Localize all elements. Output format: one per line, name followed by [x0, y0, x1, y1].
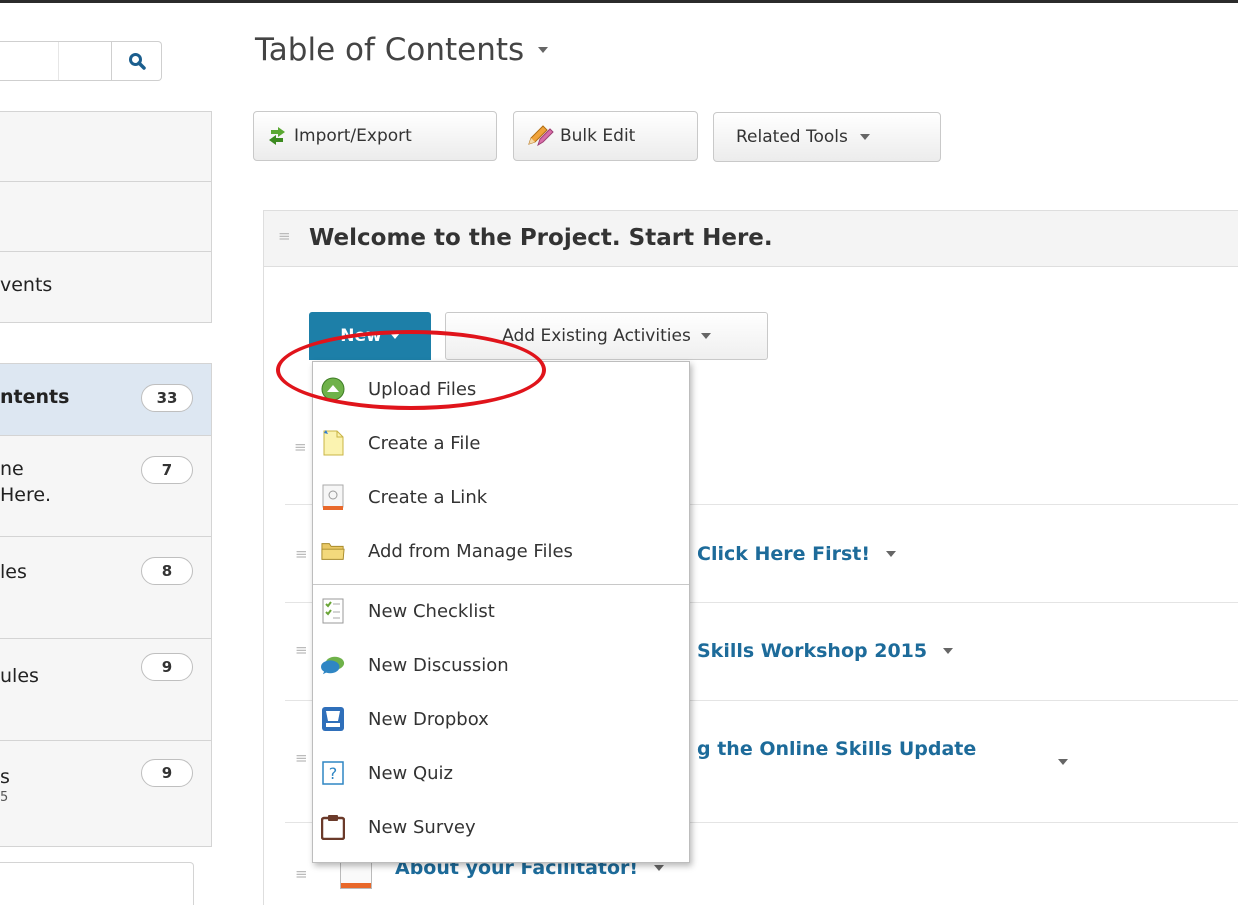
import-export-label: Import/Export — [294, 126, 412, 146]
sidebar-item-module-3[interactable]: les 8 — [0, 537, 211, 639]
menu-item-new-dropbox[interactable]: New Dropbox — [313, 692, 689, 746]
menu-item-label: Create a Link — [368, 486, 488, 508]
sidebar-item-label: s — [0, 766, 10, 788]
pencil-icon — [528, 125, 554, 147]
chevron-down-icon — [538, 47, 549, 53]
search-icon — [128, 53, 146, 70]
survey-icon — [321, 813, 345, 841]
chevron-down-icon — [859, 134, 870, 140]
sidebar-item-sublabel: 5 — [0, 790, 9, 805]
search-button[interactable] — [111, 42, 161, 80]
drag-handle-icon[interactable]: ≡ — [295, 749, 308, 767]
svg-text:?: ? — [329, 764, 338, 783]
menu-item-new-discussion[interactable]: New Discussion — [313, 638, 689, 692]
menu-item-label: New Quiz — [368, 762, 454, 784]
sidebar-item-module-5[interactable]: s 5 9 — [0, 741, 211, 847]
link-icon — [321, 483, 345, 511]
topic-link-label: Click Here First! — [697, 543, 871, 565]
chevron-down-icon[interactable] — [654, 865, 665, 871]
module-header: ≡ Welcome to the Project. Start Here. — [264, 211, 1238, 267]
topic-link[interactable]: g the Online Skills Update — [697, 738, 976, 760]
page-title-text: Table of Contents — [255, 32, 525, 68]
sidebar-item-table-of-contents[interactable]: ntents 33 — [0, 364, 211, 436]
drag-handle-icon[interactable]: ≡ — [295, 545, 308, 563]
chevron-down-icon[interactable] — [886, 551, 897, 557]
import-export-button[interactable]: Import/Export — [253, 111, 497, 161]
sidebar-item-label-line2: Here. — [0, 484, 52, 506]
menu-item-new-survey[interactable]: New Survey — [313, 800, 689, 854]
menu-item-label: New Checklist — [368, 600, 495, 622]
import-export-icon — [269, 127, 285, 145]
count-badge: 7 — [141, 456, 193, 484]
chevron-down-icon[interactable] — [943, 648, 954, 654]
sidebar-item-module-4[interactable]: ules 9 — [0, 639, 211, 741]
related-tools-label: Related Tools — [736, 127, 848, 147]
count-badge: 9 — [141, 759, 193, 787]
discussion-icon — [321, 651, 345, 679]
search-box — [0, 41, 162, 81]
page-title[interactable]: Table of Contents — [255, 32, 549, 68]
chevron-down-icon[interactable] — [1058, 759, 1068, 765]
sidebar-item-label: ntents — [0, 386, 70, 408]
sidebar-item-label: ules — [0, 665, 39, 687]
sidebar-nav: vents — [0, 111, 212, 323]
menu-item-create-link[interactable]: Create a Link — [313, 470, 689, 524]
sidebar-item-welcome-module[interactable]: ne Here. 7 — [0, 436, 211, 537]
sidebar-item-label: ne — [0, 458, 24, 480]
drag-handle-icon[interactable]: ≡ — [278, 227, 291, 245]
sidebar-nav-item-events[interactable]: vents — [0, 252, 212, 322]
dropbox-icon — [321, 705, 345, 733]
menu-item-label: Create a File — [368, 432, 481, 454]
menu-item-create-file[interactable]: Create a File — [313, 416, 689, 470]
menu-item-label: New Survey — [368, 816, 476, 838]
search-input[interactable] — [58, 42, 59, 80]
add-existing-label: Add Existing Activities — [502, 326, 691, 346]
sidebar-bottom-panel — [0, 862, 194, 905]
drag-handle-icon[interactable]: ≡ — [295, 641, 308, 659]
count-badge: 8 — [141, 557, 193, 585]
sidebar-nav-label: vents — [0, 274, 53, 296]
new-dropdown-menu: Upload Files Create a File Create a Link… — [312, 361, 690, 863]
folder-icon — [321, 537, 345, 565]
chevron-down-icon — [700, 333, 711, 339]
quiz-icon: ? — [321, 759, 345, 787]
menu-item-add-from-manage-files[interactable]: Add from Manage Files — [313, 524, 689, 578]
menu-item-label: Add from Manage Files — [368, 540, 573, 562]
topic-link-label: Skills Workshop 2015 — [697, 640, 928, 662]
topic-link[interactable]: Skills Workshop 2015 — [697, 640, 954, 662]
menu-item-new-quiz[interactable]: ? New Quiz — [313, 746, 689, 800]
topic-link-label: g the Online Skills Update — [697, 738, 977, 760]
drag-handle-icon[interactable]: ≡ — [294, 438, 307, 456]
related-tools-button[interactable]: Related Tools — [713, 112, 941, 162]
sidebar-nav-item-2[interactable] — [0, 182, 212, 252]
sidebar: vents ntents 33 ne Here. 7 les 8 ules 9 … — [0, 0, 212, 905]
menu-item-new-checklist[interactable]: New Checklist — [313, 584, 689, 638]
highlight-annotation — [276, 330, 546, 410]
sidebar-item-label: les — [0, 561, 27, 583]
sidebar-toc: ntents 33 ne Here. 7 les 8 ules 9 s 5 9 — [0, 363, 212, 847]
module-title[interactable]: Welcome to the Project. Start Here. — [309, 225, 773, 251]
checklist-icon — [321, 597, 345, 625]
count-badge: 33 — [141, 384, 193, 412]
bulk-edit-label: Bulk Edit — [560, 126, 636, 146]
count-badge: 9 — [141, 653, 193, 681]
drag-handle-icon[interactable]: ≡ — [295, 865, 308, 883]
menu-item-label: New Discussion — [368, 654, 509, 676]
topic-link[interactable]: Click Here First! — [697, 543, 897, 565]
sidebar-nav-item-1[interactable] — [0, 112, 212, 182]
menu-item-label: New Dropbox — [368, 708, 489, 730]
bulk-edit-button[interactable]: Bulk Edit — [513, 111, 698, 161]
new-file-icon — [321, 429, 345, 457]
